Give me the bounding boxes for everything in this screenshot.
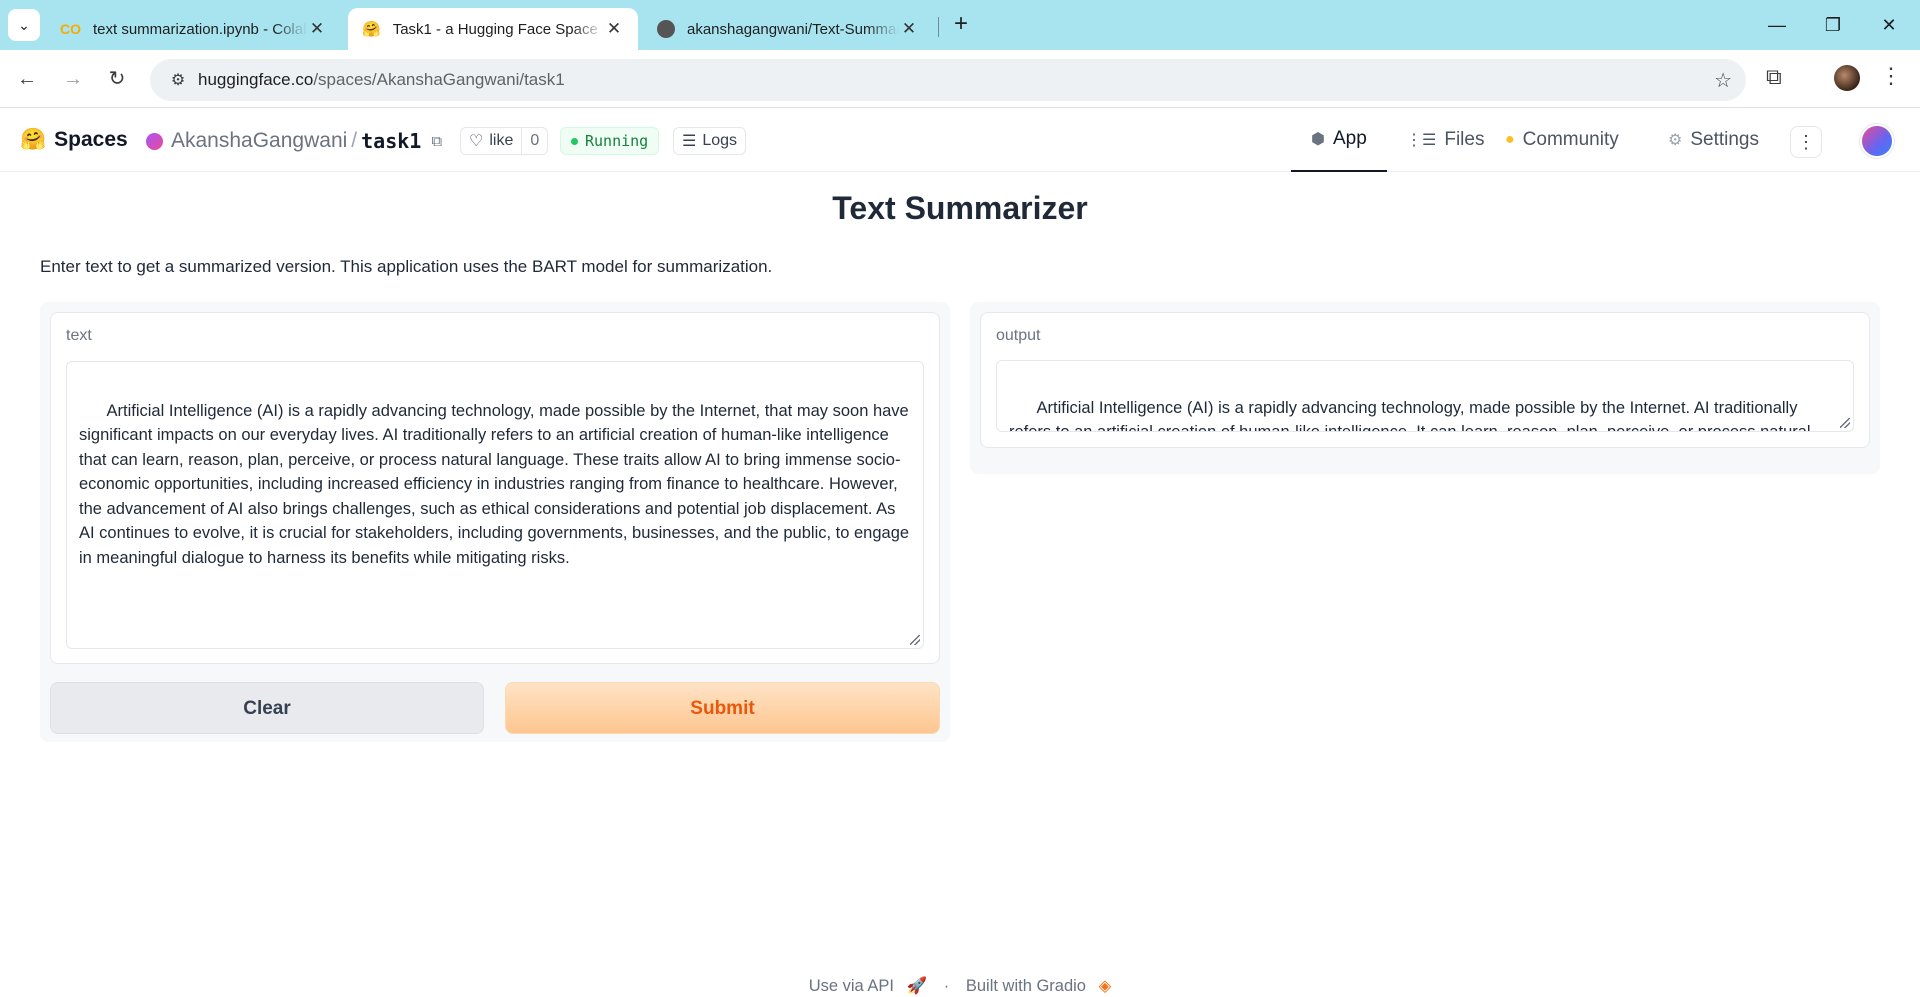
- submit-button[interactable]: Submit: [505, 682, 940, 734]
- hugging-face-icon: 🤗: [362, 21, 381, 38]
- status-dot-icon: [571, 137, 578, 145]
- browser-toolbar: ← → ↻ ⚙ huggingface.co/spaces/AkanshaGan…: [0, 50, 1920, 108]
- resize-handle-icon[interactable]: [910, 635, 920, 645]
- output-column: output Artificial Intelligence (AI) is a…: [970, 302, 1880, 474]
- resize-handle-icon[interactable]: [1840, 418, 1850, 428]
- logs-icon: ☰: [682, 133, 697, 150]
- tab-separator: [938, 17, 939, 37]
- tab-settings[interactable]: ⚙ Settings: [1648, 108, 1779, 172]
- github-icon: [657, 20, 675, 38]
- site-info-icon[interactable]: ⚙: [158, 70, 198, 90]
- output-text-block: output Artificial Intelligence (AI) is a…: [980, 312, 1870, 448]
- input-label: text: [66, 327, 92, 344]
- use-via-api-link[interactable]: Use via API 🚀: [805, 977, 931, 995]
- input-text: Artificial Intelligence (AI) is a rapidl…: [79, 401, 914, 567]
- input-textarea[interactable]: Artificial Intelligence (AI) is a rapidl…: [66, 361, 924, 649]
- space-breadcrumb: AkanshaGangwani / task1 ⧉: [146, 129, 442, 153]
- tab-settings-label: Settings: [1690, 129, 1759, 150]
- built-with-gradio-link[interactable]: Built with Gradio ◈: [962, 977, 1115, 995]
- output-textarea[interactable]: Artificial Intelligence (AI) is a rapidl…: [996, 360, 1854, 432]
- gear-icon: ⚙: [1668, 132, 1683, 149]
- reload-button[interactable]: ↻: [102, 64, 132, 94]
- clear-button[interactable]: Clear: [50, 682, 484, 734]
- app-description: Enter text to get a summarized version. …: [40, 257, 773, 276]
- profile-avatar[interactable]: [1834, 65, 1860, 91]
- tab-github[interactable]: akanshagangwani/Text-Summarization ✕: [643, 8, 933, 50]
- owner-link[interactable]: AkanshaGangwani: [171, 129, 347, 153]
- spaces-label: Spaces: [54, 128, 128, 151]
- address-bar[interactable]: ⚙ huggingface.co/spaces/AkanshaGangwani/…: [150, 59, 1746, 101]
- colab-icon: CO: [60, 21, 81, 37]
- gradio-logo-icon: ◈: [1098, 977, 1112, 995]
- chevron-down-icon: ⌄: [18, 16, 30, 33]
- close-window-button[interactable]: ✕: [1874, 10, 1904, 40]
- owner-avatar: [146, 132, 163, 150]
- files-icon: ⋮☰: [1406, 132, 1437, 149]
- logs-label: Logs: [702, 132, 738, 149]
- copy-icon[interactable]: ⧉: [431, 133, 442, 150]
- spaces-logo-link[interactable]: 🤗 Spaces: [20, 128, 128, 152]
- like-count[interactable]: 0: [521, 128, 547, 154]
- minimize-button[interactable]: —: [1762, 10, 1792, 40]
- tab-community[interactable]: ● Community: [1485, 108, 1639, 172]
- cube-icon: ⬢: [1311, 131, 1325, 148]
- output-text: Artificial Intelligence (AI) is a rapidl…: [1009, 398, 1811, 432]
- tab-search-button[interactable]: ⌄: [8, 9, 40, 41]
- like-button[interactable]: ♡ like 0: [460, 127, 549, 155]
- heart-icon: ♡: [469, 133, 484, 150]
- user-avatar[interactable]: [1860, 124, 1894, 158]
- close-icon[interactable]: ✕: [899, 19, 919, 39]
- app-title: Text Summarizer: [832, 190, 1088, 226]
- more-options-button[interactable]: ⋮: [1790, 126, 1822, 158]
- logs-button[interactable]: ☰ Logs: [673, 127, 747, 155]
- more-vertical-icon: ⋮: [1797, 132, 1815, 152]
- close-icon[interactable]: ✕: [604, 19, 624, 39]
- close-icon[interactable]: ✕: [307, 19, 327, 39]
- new-tab-button[interactable]: +: [948, 12, 974, 38]
- tab-app-label: App: [1332, 128, 1367, 149]
- back-button[interactable]: ←: [12, 64, 42, 94]
- input-column: text Artificial Intelligence (AI) is a r…: [40, 302, 950, 742]
- app-footer: Use via API 🚀 · Built with Gradio ◈: [0, 976, 1920, 996]
- forward-button[interactable]: →: [58, 64, 88, 94]
- tab-colab[interactable]: CO text summarization.ipynb - Colab ✕: [46, 8, 341, 50]
- like-label: like: [489, 132, 514, 149]
- tab-files-label: Files: [1444, 129, 1485, 150]
- bookmark-star-icon[interactable]: ☆: [1714, 68, 1732, 93]
- status-label: Running: [585, 132, 649, 150]
- browser-tab-bar: ⌄ CO text summarization.ipynb - Colab ✕ …: [0, 0, 1920, 50]
- tab-title: Task1 - a Hugging Face Space by AkanshaG…: [392, 20, 604, 38]
- space-name-link[interactable]: task1: [361, 129, 421, 153]
- community-icon: ●: [1505, 131, 1515, 148]
- extensions-icon[interactable]: ⧉: [1766, 64, 1782, 90]
- tab-hugging-face-space[interactable]: 🤗 Task1 - a Hugging Face Space by Akansh…: [348, 8, 638, 50]
- rocket-icon: 🚀: [906, 977, 928, 995]
- tab-app[interactable]: ⬢ App: [1291, 108, 1387, 172]
- footer-separator: ·: [943, 977, 950, 995]
- restore-button[interactable]: ❐: [1818, 10, 1848, 40]
- hugging-face-icon: 🤗: [20, 128, 47, 151]
- tab-community-label: Community: [1522, 129, 1619, 150]
- tab-title: text summarization.ipynb - Colab: [93, 20, 307, 38]
- browser-menu-icon[interactable]: ⋮: [1880, 63, 1902, 89]
- output-label: output: [996, 327, 1041, 344]
- input-text-block: text Artificial Intelligence (AI) is a r…: [50, 312, 940, 664]
- hf-space-header: 🤗 Spaces AkanshaGangwani / task1 ⧉ ♡ like…: [0, 108, 1920, 172]
- url-text: huggingface.co/spaces/AkanshaGangwani/ta…: [198, 70, 565, 89]
- tab-title: akanshagangwani/Text-Summarization: [687, 20, 899, 38]
- running-status-badge[interactable]: Running: [560, 127, 660, 155]
